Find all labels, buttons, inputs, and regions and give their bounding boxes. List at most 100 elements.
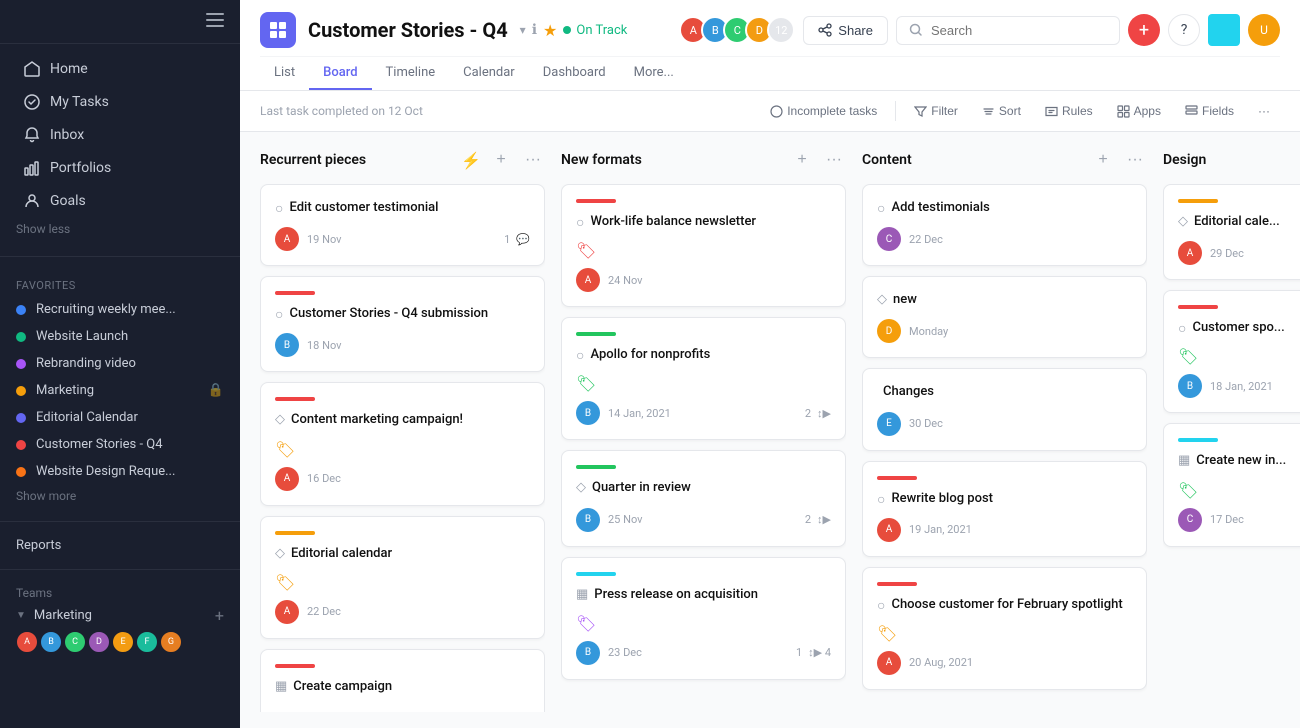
tab-calendar[interactable]: Calendar <box>449 57 529 90</box>
card-date: 19 Nov <box>307 233 496 246</box>
team-avatar: B <box>40 631 62 653</box>
filter-icon <box>914 105 927 118</box>
card-date: 18 Nov <box>307 339 530 352</box>
show-less-link[interactable]: Show less <box>0 218 240 240</box>
sort-button[interactable]: Sort <box>972 99 1031 123</box>
column-add-button[interactable]: + <box>1091 148 1115 172</box>
sidebar-item-reports[interactable]: Reports <box>0 530 240 561</box>
apps-icon <box>1117 105 1130 118</box>
card-work-life[interactable]: ○ Work-life balance newsletter 🏷 A 24 No… <box>561 184 846 307</box>
avatar: A <box>275 600 299 624</box>
sidebar-item-label: Inbox <box>50 127 84 143</box>
help-button[interactable]: ? <box>1168 14 1200 46</box>
star-icon[interactable]: ★ <box>543 21 557 40</box>
sidebar-item-inbox[interactable]: Inbox <box>8 119 232 151</box>
tab-list[interactable]: List <box>260 57 309 90</box>
cards-list: ○ Work-life balance newsletter 🏷 A 24 No… <box>561 184 846 712</box>
fav-item-customer-stories[interactable]: Customer Stories - Q4 <box>0 431 240 458</box>
card-footer: A 29 Dec <box>1178 241 1300 265</box>
sidebar-item-goals[interactable]: Goals <box>8 185 232 217</box>
sidebar-item-my-tasks[interactable]: My Tasks <box>8 86 232 118</box>
card-editorial-calendar[interactable]: ◇ Editorial calendar 🏷 A 22 Dec <box>260 516 545 639</box>
card-editorial-cale[interactable]: ◇ Editorial cale... A 29 Dec <box>1163 184 1300 280</box>
card-customer-spo[interactable]: ○ Customer spo... 🏷 B 18 Jan, 2021 <box>1163 290 1300 413</box>
header-icon-row: ▾ ℹ ★ On Track <box>520 21 628 40</box>
search-box[interactable] <box>896 16 1120 45</box>
info-icon[interactable]: ℹ <box>532 22 537 38</box>
title-chevron-icon[interactable]: ▾ <box>520 23 526 37</box>
card-title-row: ▦ Create new in... <box>1178 452 1300 470</box>
share-button[interactable]: Share <box>803 16 888 45</box>
diamond-status-icon: ◇ <box>877 292 887 307</box>
user-avatar[interactable]: U <box>1248 14 1280 46</box>
card-create-new[interactable]: ▦ Create new in... 🏷 C 17 Dec <box>1163 423 1300 546</box>
card-title-row: ▦ Press release on acquisition <box>576 586 831 604</box>
avatar: B <box>1178 374 1202 398</box>
sidebar-item-home[interactable]: Home <box>8 53 232 85</box>
card-title-row: ○ Customer spo... <box>1178 319 1300 337</box>
tab-more[interactable]: More... <box>620 57 688 90</box>
card-title: Choose customer for February spotlight <box>891 596 1122 614</box>
add-button[interactable]: + <box>1128 14 1160 46</box>
card-rewrite-blog[interactable]: ○ Rewrite blog post A 19 Jan, 2021 <box>862 461 1147 557</box>
card-quarter-review[interactable]: ◇ Quarter in review B 25 Nov 2 ↕▶ <box>561 450 846 546</box>
column-more-button[interactable]: ··· <box>822 148 846 172</box>
check-status-icon: ○ <box>275 306 283 323</box>
apps-button[interactable]: Apps <box>1107 99 1171 123</box>
fields-button[interactable]: Fields <box>1175 99 1244 123</box>
nav-tabs: List Board Timeline Calendar Dashboard M… <box>260 56 1280 90</box>
card-content-marketing[interactable]: ◇ Content marketing campaign! 🏷 A 16 Dec <box>260 382 545 505</box>
card-apollo[interactable]: ○ Apollo for nonprofits 🏷 B 14 Jan, 2021… <box>561 317 846 440</box>
fav-item-rebranding[interactable]: Rebranding video <box>0 350 240 377</box>
team-add-icon[interactable]: + <box>215 606 224 625</box>
search-input[interactable] <box>931 23 1107 38</box>
header-top-row: Customer Stories - Q4 ▾ ℹ ★ On Track A B… <box>260 0 1280 56</box>
sidebar-item-portfolios[interactable]: Portfolios <box>8 152 232 184</box>
card-color-bar <box>877 582 917 586</box>
card-title-row: ◇ Editorial cale... <box>1178 213 1300 231</box>
card-create-campaign[interactable]: ▦ Create campaign <box>260 649 545 712</box>
color-mode-button[interactable] <box>1208 14 1240 46</box>
tab-board[interactable]: Board <box>309 57 371 90</box>
column-add-button[interactable]: + <box>790 148 814 172</box>
fav-item-editorial[interactable]: Editorial Calendar <box>0 404 240 431</box>
home-icon <box>24 61 40 77</box>
column-recurrent-pieces: Recurrent pieces ⚡ + ··· ○ Edit customer… <box>260 148 545 712</box>
filter-button[interactable]: Filter <box>904 99 968 123</box>
comment-count: 1 <box>796 646 802 659</box>
card-title: new <box>893 291 917 309</box>
diamond-status-icon: ◇ <box>1178 214 1188 229</box>
fav-item-recruiting[interactable]: Recruiting weekly mee... <box>0 296 240 323</box>
show-more-link[interactable]: Show more <box>0 485 240 507</box>
column-more-button[interactable]: ··· <box>1123 148 1147 172</box>
card-add-testimonials[interactable]: ○ Add testimonials C 22 Dec <box>862 184 1147 266</box>
card-press-release[interactable]: ▦ Press release on acquisition 🏷 B 23 De… <box>561 557 846 680</box>
column-add-button[interactable]: + <box>489 148 513 172</box>
menu-icon[interactable] <box>206 12 224 31</box>
check-circle-icon <box>24 94 40 110</box>
project-title: Customer Stories - Q4 <box>308 18 508 42</box>
check-status-icon: ○ <box>877 200 885 217</box>
card-changes[interactable]: Changes E 30 Dec <box>862 368 1147 450</box>
fav-item-website-design[interactable]: Website Design Reque... <box>0 458 240 485</box>
card-title-row: ○ Edit customer testimonial <box>275 199 530 217</box>
card-q4-submission[interactable]: ○ Customer Stories - Q4 submission B 18 … <box>260 276 545 372</box>
fav-dot <box>16 467 26 477</box>
card-footer: C 17 Dec <box>1178 508 1300 532</box>
marketing-team-row[interactable]: ▼ Marketing + <box>16 606 224 625</box>
rules-button[interactable]: Rules <box>1035 99 1103 123</box>
fav-item-website-launch[interactable]: Website Launch <box>0 323 240 350</box>
more-options-button[interactable]: ··· <box>1248 99 1280 123</box>
card-choose-customer[interactable]: ○ Choose customer for February spotlight… <box>862 567 1147 690</box>
card-edit-testimonial[interactable]: ○ Edit customer testimonial A 19 Nov 1 💬 <box>260 184 545 266</box>
incomplete-tasks-button[interactable]: Incomplete tasks <box>760 99 887 123</box>
tab-dashboard[interactable]: Dashboard <box>529 57 620 90</box>
card-title-row: ◇ new <box>877 291 1132 309</box>
check-status-icon: ○ <box>877 491 885 508</box>
team-avatar: E <box>112 631 134 653</box>
card-new-monday[interactable]: ◇ new D Monday <box>862 276 1147 358</box>
fav-item-marketing[interactable]: Marketing 🔒 <box>0 377 240 404</box>
tab-timeline[interactable]: Timeline <box>372 57 450 90</box>
column-more-button[interactable]: ··· <box>521 148 545 172</box>
avatar: A <box>275 467 299 491</box>
